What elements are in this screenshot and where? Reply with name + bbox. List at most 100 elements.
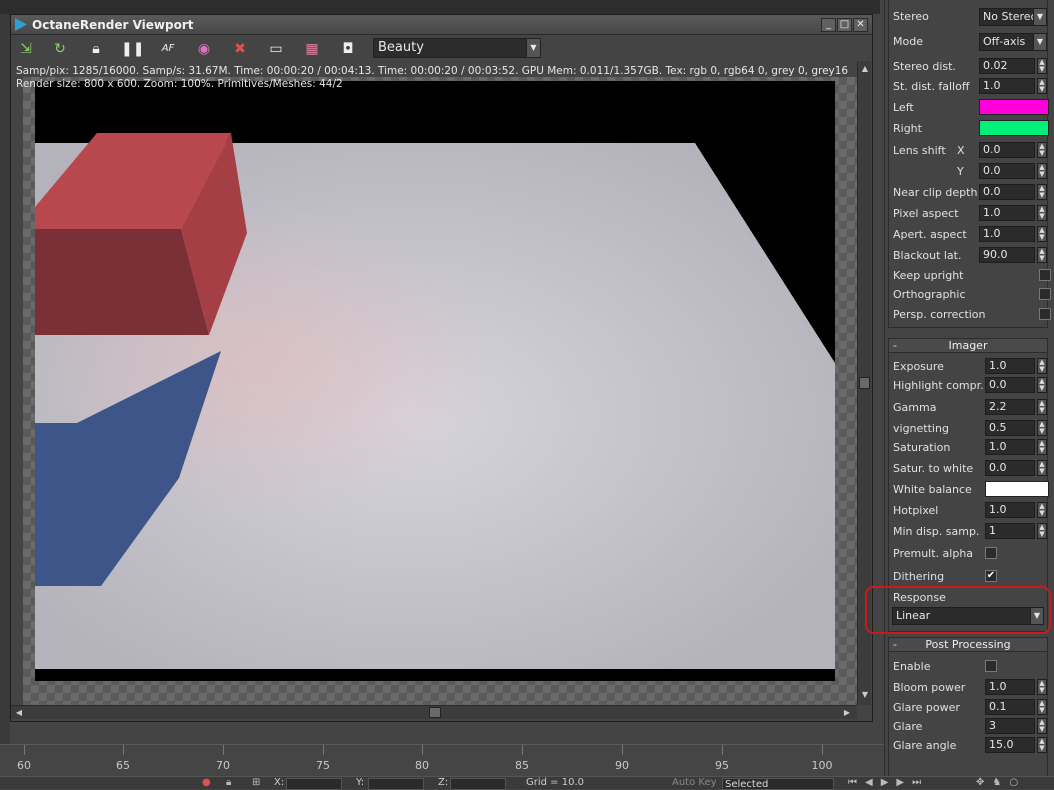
scroll-left-icon[interactable]: ◀ [13, 707, 25, 719]
saturation-field[interactable]: 1.0 [985, 439, 1035, 455]
persp-correction-checkbox[interactable] [1039, 308, 1051, 320]
falloff-row: St. dist. falloff 1.0 ▲ ▼ [893, 78, 1051, 96]
window-titlebar[interactable]: OctaneRender Viewport _ □ ✕ [11, 15, 872, 35]
glare-spinner[interactable]: ▲ ▼ [1037, 718, 1047, 734]
vignetting-spinner[interactable]: ▲ ▼ [1037, 420, 1047, 436]
film-icon[interactable]: ▦ [301, 39, 323, 59]
horizontal-scrollbar[interactable]: ◀ ▶ [11, 705, 857, 719]
pin-icon[interactable]: ● [202, 777, 211, 788]
satur-white-spinner[interactable]: ▲ ▼ [1037, 460, 1047, 476]
z-coord-field[interactable] [450, 778, 506, 790]
bloom-row: Bloom power 1.0 ▲ ▼ [893, 679, 1051, 697]
pixel-aspect-spinner[interactable]: ▲ ▼ [1037, 205, 1047, 221]
af-icon[interactable]: AF [157, 39, 179, 59]
minimize-button[interactable]: _ [821, 18, 836, 32]
x-coord-field[interactable] [286, 778, 342, 790]
navigation-icons[interactable]: ✥♞○ [976, 777, 1026, 788]
near-clip-field[interactable]: 0.0 [979, 184, 1035, 200]
highlight-spinner[interactable]: ▲ ▼ [1037, 377, 1047, 393]
keep-upright-checkbox[interactable] [1039, 269, 1051, 281]
hotpixel-row: Hotpixel 1.0 ▲ ▼ [893, 502, 1051, 520]
vertical-scroll-thumb[interactable] [859, 377, 870, 389]
vignetting-field[interactable]: 0.5 [985, 420, 1035, 436]
near-clip-spinner[interactable]: ▲ ▼ [1037, 184, 1047, 200]
enable-checkbox[interactable] [985, 660, 997, 672]
apert-aspect-field[interactable]: 1.0 [979, 226, 1035, 242]
lock-selection-icon[interactable]: 🔒︎ [226, 777, 231, 788]
selection-set-dropdown[interactable]: Selected [722, 778, 834, 790]
refresh-icon[interactable]: ↻ [49, 39, 71, 59]
timeline-ruler[interactable]: 60 65 70 75 80 85 90 95 100 [0, 744, 884, 776]
pixel-aspect-field[interactable]: 1.0 [979, 205, 1035, 221]
gamma-field[interactable]: 2.2 [985, 399, 1035, 415]
left-viewport-edge [0, 14, 10, 744]
monitor-icon[interactable]: ▭ [265, 39, 287, 59]
glare-power-field[interactable]: 0.1 [985, 699, 1035, 715]
scroll-down-icon[interactable]: ▼ [859, 689, 871, 701]
highlight-field[interactable]: 0.0 [985, 377, 1035, 393]
lens-shift-y-field[interactable]: 0.0 [979, 163, 1035, 179]
post-processing-rollout: - Post Processing Enable Bloom power 1.0… [888, 637, 1048, 776]
hotpixel-spinner[interactable]: ▲ ▼ [1037, 502, 1047, 518]
satur-white-field[interactable]: 0.0 [985, 460, 1035, 476]
glare-angle-spinner[interactable]: ▲ ▼ [1037, 737, 1047, 753]
exposure-row: Exposure 1.0 ▲ ▼ [893, 358, 1051, 376]
stereo-dist-field[interactable]: 0.02 [979, 58, 1035, 74]
close-button[interactable]: ✕ [853, 18, 868, 32]
blackout-field[interactable]: 90.0 [979, 247, 1035, 263]
glare-angle-field[interactable]: 15.0 [985, 737, 1035, 753]
scroll-right-icon[interactable]: ▶ [841, 707, 853, 719]
lock-icon[interactable]: 🔒︎ [85, 39, 107, 59]
scroll-up-icon[interactable]: ▲ [859, 63, 871, 75]
auto-key-button[interactable]: Auto Key [672, 777, 717, 788]
horizontal-scroll-thumb[interactable] [429, 707, 441, 718]
left-eye-row: Left [893, 99, 1051, 117]
premult-label: Premult. alpha [893, 547, 974, 560]
bloom-field[interactable]: 1.0 [985, 679, 1035, 695]
min-disp-field[interactable]: 1 [985, 523, 1035, 539]
playback-controls[interactable]: ⏮◀▶▶⏭ [848, 777, 929, 788]
exposure-spinner[interactable]: ▲ ▼ [1037, 358, 1047, 374]
render-canvas-area[interactable] [23, 77, 857, 711]
maximize-button[interactable]: □ [837, 18, 852, 32]
left-eye-color-swatch[interactable] [979, 99, 1049, 115]
premult-checkbox[interactable] [985, 547, 997, 559]
export-icon[interactable]: ⇲ [15, 39, 37, 59]
hotpixel-field[interactable]: 1.0 [985, 502, 1035, 518]
highlight-label: Highlight compr. [893, 379, 984, 392]
blackout-spinner[interactable]: ▲ ▼ [1037, 247, 1047, 263]
post-processing-header[interactable]: - Post Processing [889, 638, 1047, 652]
persp-correction-label: Persp. correction [893, 308, 986, 321]
pause-icon[interactable]: ❚❚ [121, 39, 144, 59]
white-balance-swatch[interactable] [985, 481, 1049, 497]
glare-power-spinner[interactable]: ▲ ▼ [1037, 699, 1047, 715]
camera-icon[interactable]: ◘ [337, 39, 359, 59]
right-eye-color-swatch[interactable] [979, 120, 1049, 136]
lens-shift-x-spinner[interactable]: ▲ ▼ [1037, 142, 1047, 158]
imager-header[interactable]: - Imager [889, 339, 1047, 353]
falloff-spinner[interactable]: ▲ ▼ [1037, 78, 1047, 94]
render-pass-select[interactable]: Beauty ▼ [373, 38, 541, 58]
cancel-pick-icon[interactable]: ✖ [229, 39, 251, 59]
render-stats-line2: Render size: 800 x 600. Zoom: 100%. Prim… [16, 78, 343, 90]
orthographic-checkbox[interactable] [1039, 288, 1051, 300]
grid-readout: Grid = 10.0 [526, 777, 584, 788]
min-disp-spinner[interactable]: ▲ ▼ [1037, 523, 1047, 539]
lens-shift-x-field[interactable]: 0.0 [979, 142, 1035, 158]
color-wheel-icon[interactable]: ◉ [193, 39, 215, 59]
falloff-field[interactable]: 1.0 [979, 78, 1035, 94]
gamma-spinner[interactable]: ▲ ▼ [1037, 399, 1047, 415]
absolute-mode-icon[interactable]: ⊞ [252, 777, 260, 788]
y-coord-field[interactable] [368, 778, 424, 790]
stereo-dropdown[interactable]: No Stereo ▼ [979, 8, 1047, 26]
bloom-spinner[interactable]: ▲ ▼ [1037, 679, 1047, 695]
lens-shift-y-spinner[interactable]: ▲ ▼ [1037, 163, 1047, 179]
dithering-checkbox[interactable]: ✔ [985, 570, 997, 582]
saturation-spinner[interactable]: ▲ ▼ [1037, 439, 1047, 455]
stereo-dist-spinner[interactable]: ▲ ▼ [1037, 58, 1047, 74]
glare-field[interactable]: 3 [985, 718, 1035, 734]
mode-dropdown[interactable]: Off-axis ▼ [979, 33, 1047, 51]
timeline-label: 80 [415, 759, 429, 772]
exposure-field[interactable]: 1.0 [985, 358, 1035, 374]
apert-aspect-spinner[interactable]: ▲ ▼ [1037, 226, 1047, 242]
